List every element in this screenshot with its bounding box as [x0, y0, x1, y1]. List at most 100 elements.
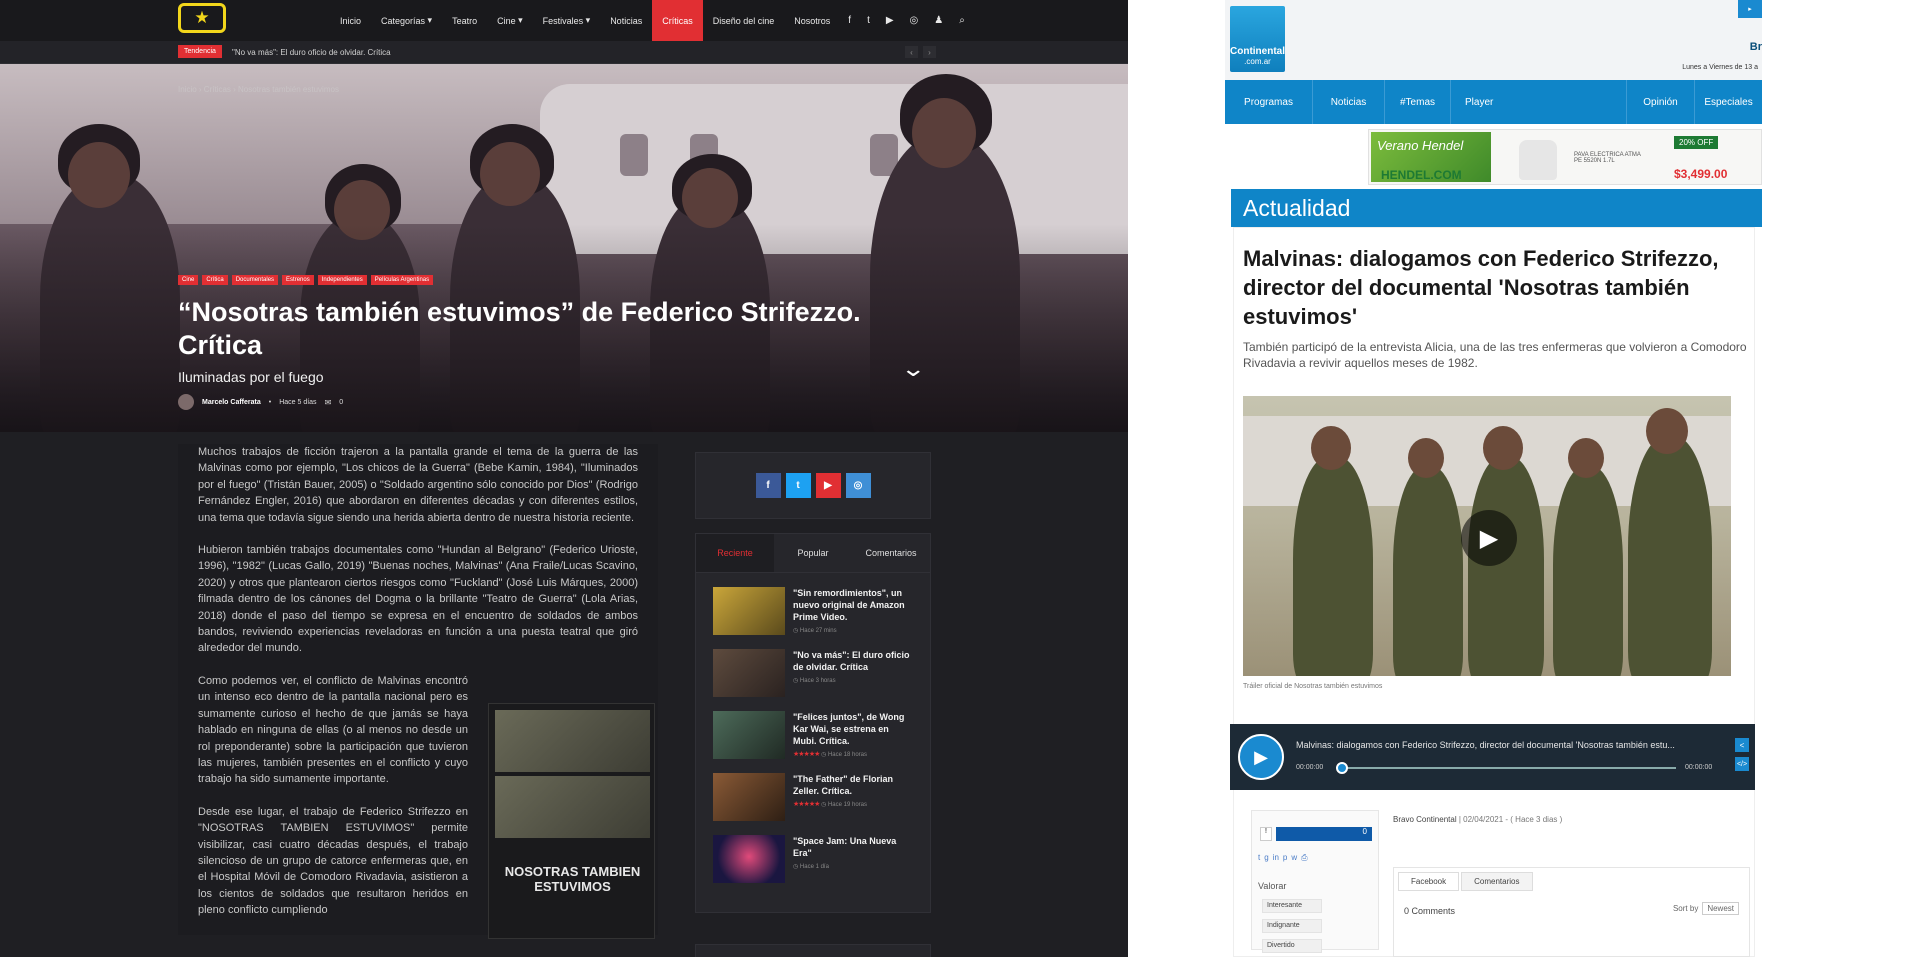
video-player[interactable]: ▶: [1243, 396, 1731, 676]
video-face: [1646, 408, 1688, 454]
nav-item-categorias[interactable]: Categorías ▾: [371, 0, 442, 41]
tab-comentarios[interactable]: Comentarios: [1461, 872, 1533, 891]
twitter-icon[interactable]: t: [1258, 853, 1260, 863]
post-title: "The Father" de Florian Zeller. Crítica.…: [793, 773, 913, 831]
nav-item-inicio[interactable]: Inicio: [330, 0, 371, 41]
category-tag[interactable]: Películas Argentinas: [370, 275, 434, 285]
pinterest-icon[interactable]: p: [1283, 853, 1287, 863]
prev-arrow-icon[interactable]: ‹: [905, 46, 918, 58]
ad-discount: 20% OFF: [1674, 136, 1719, 149]
nav-item-temas[interactable]: #Temas: [1385, 80, 1451, 124]
poster-photo: [495, 776, 650, 838]
play-button[interactable]: ▶: [1238, 734, 1284, 780]
article-title: Malvinas: dialogamos con Federico Strife…: [1243, 246, 1719, 329]
facebook-icon[interactable]: f: [840, 0, 859, 41]
tab-row: Reciente Popular Comentarios: [696, 534, 930, 573]
trending-link[interactable]: "No va más": El duro oficio de olvidar. …: [232, 48, 391, 57]
vote-option[interactable]: Indignante: [1262, 919, 1322, 933]
print-icon[interactable]: ⎙: [1301, 853, 1307, 863]
post-meta: ◷ Hace 1 día: [793, 864, 829, 870]
tab-comments[interactable]: Comentarios: [852, 534, 930, 572]
nav-item-cine[interactable]: Cine ▾: [487, 0, 533, 41]
nav-item-noticias[interactable]: Noticias: [1313, 80, 1385, 124]
nav-item-teatro[interactable]: Teatro: [442, 0, 487, 41]
instagram-icon[interactable]: ◎: [845, 473, 871, 498]
vote-option[interactable]: Divertido: [1262, 939, 1322, 953]
nav-item-especiales[interactable]: Especiales: [1695, 80, 1762, 124]
twitter-icon[interactable]: t: [785, 473, 811, 498]
vote-checkbox[interactable]: !: [1260, 827, 1272, 841]
linkedin-icon[interactable]: in: [1273, 853, 1279, 863]
post-date: Hace 5 días: [279, 398, 317, 406]
youtube-icon[interactable]: ▶: [878, 0, 902, 41]
video-figure: [1468, 456, 1544, 676]
whatsapp-icon[interactable]: w: [1291, 853, 1297, 863]
top-navigation: ★ Inicio Categorías ▾ Teatro Cine ▾ Fest…: [0, 0, 1128, 41]
post-title-text: "Felices juntos", de Wong Kar Wai, se es…: [793, 712, 905, 746]
comments-box: Facebook Comentarios 0 Comments Sort by N…: [1393, 867, 1750, 957]
rating-stars: ★★★★★: [793, 751, 820, 758]
tab-popular[interactable]: Popular: [774, 534, 852, 572]
tab-facebook[interactable]: Facebook: [1398, 872, 1460, 891]
site-logo[interactable]: Continental .com.ar: [1230, 6, 1285, 72]
list-item[interactable]: "Space Jam: Una Nueva Era" ◷ Hace 1 día: [713, 835, 913, 893]
category-tag[interactable]: Independientes: [317, 275, 367, 285]
nav-item-noticias[interactable]: Noticias: [600, 0, 652, 41]
category-tag[interactable]: Cine: [178, 275, 199, 285]
nav-item-programas[interactable]: Programas: [1225, 80, 1313, 124]
nav-item-festivales[interactable]: Festivales ▾: [533, 0, 601, 41]
search-icon[interactable]: ⌕: [951, 0, 973, 41]
play-icon[interactable]: ▶: [1461, 510, 1517, 566]
chevron-down-icon[interactable]: ⌄: [900, 356, 926, 382]
article-paragraph: Hubieron también trabajos documentales c…: [198, 544, 638, 655]
vote-option[interactable]: Interesante: [1262, 899, 1322, 913]
ad-banner[interactable]: Verano Hendel HENDEL.COM PAVA ELECTRICA …: [1368, 129, 1762, 185]
nav-item-criticas[interactable]: Críticas: [652, 0, 703, 41]
audio-seekbar[interactable]: [1340, 767, 1676, 769]
video-face: [1483, 426, 1523, 470]
star-icon: ★: [194, 8, 210, 27]
author-name[interactable]: Marcelo Cafferata: [202, 399, 261, 406]
ad-price: $3,499.00: [1674, 167, 1728, 181]
header-brand-text: Br: [1749, 41, 1762, 53]
twitter-icon[interactable]: t: [859, 0, 878, 41]
tab-recent[interactable]: Reciente: [696, 534, 774, 572]
list-item[interactable]: "Sin remordimientos", un nuevo original …: [713, 587, 913, 645]
hero-image: Inicio › Críticas › Nosotras también est…: [0, 64, 1128, 432]
logo-brand: Continental: [1230, 46, 1285, 57]
category-tag[interactable]: Crítica: [202, 275, 228, 285]
screenshot-stage: ★ Inicio Categorías ▾ Teatro Cine ▾ Fest…: [0, 0, 1909, 957]
nav-label: Cine: [497, 15, 516, 26]
trending-ticker: Tendencia "No va más": El duro oficio de…: [0, 41, 1128, 64]
header-button[interactable]: ▸: [1738, 0, 1762, 18]
comments-count: 0 Comments: [1404, 906, 1456, 916]
comment-count[interactable]: 0: [339, 399, 343, 406]
logo-domain: .com.ar: [1244, 57, 1271, 66]
share-icons: t g in p w ⎙: [1258, 853, 1308, 863]
category-tag[interactable]: Documentales: [231, 275, 279, 285]
seek-handle[interactable]: [1336, 762, 1348, 774]
list-item[interactable]: "No va más": El duro oficio de olvidar. …: [713, 649, 913, 707]
share-icon[interactable]: <: [1735, 738, 1749, 752]
list-item[interactable]: "Felices juntos", de Wong Kar Wai, se es…: [713, 711, 913, 769]
list-item[interactable]: "The Father" de Florian Zeller. Crítica.…: [713, 773, 913, 831]
source-name[interactable]: Bravo Continental: [1393, 815, 1457, 824]
nav-item-player[interactable]: Player: [1451, 80, 1627, 124]
instagram-icon[interactable]: ◎: [902, 0, 927, 41]
category-tag[interactable]: Estrenos: [282, 275, 314, 285]
article-subtitle: Iluminadas por el fuego: [178, 369, 324, 385]
byline: Marcelo Cafferata • Hace 5 días ✉ 0: [178, 394, 343, 410]
sort-select[interactable]: Newest: [1702, 902, 1739, 915]
google-plus-icon[interactable]: g: [1264, 853, 1268, 863]
user-icon[interactable]: ♟: [926, 0, 951, 41]
facebook-icon[interactable]: f: [755, 473, 781, 498]
nav-item-diseno[interactable]: Diseño del cine: [703, 0, 785, 41]
post-title-text: "No va más": El duro oficio de olvidar. …: [793, 650, 910, 672]
next-arrow-icon[interactable]: ›: [923, 46, 936, 58]
nav-item-opinion[interactable]: Opinión: [1627, 80, 1695, 124]
site-logo[interactable]: ★: [178, 3, 226, 33]
nav-item-nosotros[interactable]: Nosotros: [784, 0, 840, 41]
youtube-icon[interactable]: ▶: [815, 473, 841, 498]
section-header: Actualidad: [1231, 189, 1762, 227]
embed-icon[interactable]: </>: [1735, 757, 1749, 771]
